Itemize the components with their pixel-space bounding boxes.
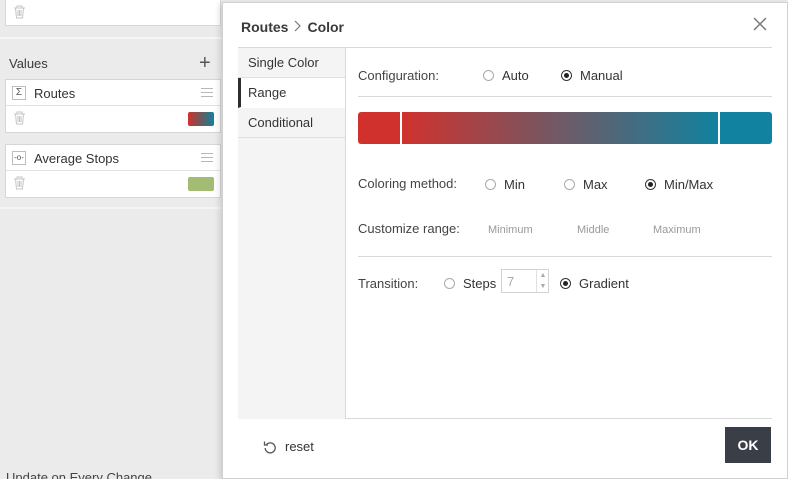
add-value-icon[interactable]: + <box>199 53 211 73</box>
trash-icon[interactable] <box>13 111 27 125</box>
divider <box>358 96 772 97</box>
configuration-manual-radio[interactable]: Manual <box>561 68 623 83</box>
color-swatch-button[interactable] <box>188 177 214 191</box>
field-options-row <box>6 171 220 197</box>
breadcrumb-parent[interactable]: Routes <box>241 19 288 35</box>
coloring-max-radio[interactable]: Max <box>564 177 608 192</box>
reset-button[interactable]: reset <box>263 439 314 454</box>
configuration-label: Configuration: <box>358 68 439 83</box>
color-swatch-button[interactable] <box>188 112 214 126</box>
value-field-average-stops[interactable]: -o- Average Stops <box>5 144 221 198</box>
range-settings: Configuration: Auto Manual Coloring meth… <box>346 48 772 419</box>
trash-icon[interactable] <box>13 176 27 190</box>
undo-icon <box>263 441 276 453</box>
value-field-routes[interactable]: Σ Routes <box>5 79 221 133</box>
radio-checked-icon <box>561 70 572 81</box>
coloring-minmax-radio[interactable]: Min/Max <box>645 177 713 192</box>
tab-single-color[interactable]: Single Color <box>238 48 345 78</box>
field-name: Routes <box>34 86 76 101</box>
breadcrumb-current: Color <box>307 19 345 35</box>
transition-steps-radio[interactable]: Steps <box>444 276 496 291</box>
field-header-row[interactable]: Σ Routes <box>6 80 220 106</box>
coloring-method-label: Coloring method: <box>358 176 457 191</box>
stepper-buttons: ▲ ▼ <box>536 270 548 292</box>
steps-stepper[interactable]: 7 ▲ ▼ <box>501 269 549 293</box>
color-dialog: Routes Color Single Color Range Conditio… <box>222 2 788 479</box>
divider <box>0 207 222 209</box>
values-section-title: Values <box>9 56 48 71</box>
radio-icon <box>483 70 494 81</box>
minimum-input[interactable]: Minimum <box>488 224 533 236</box>
dialog-body: Single Color Range Conditional Configura… <box>238 47 772 419</box>
field-card-partial <box>5 0 221 26</box>
radio-icon <box>444 278 455 289</box>
chevron-down-icon[interactable]: ▼ <box>537 281 549 292</box>
field-options-row <box>6 106 220 132</box>
gradient-preview <box>402 112 718 144</box>
steps-value[interactable]: 7 <box>507 274 514 289</box>
transition-gradient-radio[interactable]: Gradient <box>560 276 629 291</box>
divider <box>358 256 772 257</box>
maximum-input[interactable]: Maximum <box>653 224 701 236</box>
customize-range-label: Customize range: <box>358 221 460 236</box>
tab-range[interactable]: Range <box>238 78 345 108</box>
line-chart-icon: -o- <box>12 151 26 165</box>
trash-icon[interactable] <box>13 5 27 19</box>
tab-conditional[interactable]: Conditional <box>238 108 345 138</box>
update-on-change-label[interactable]: Update on Every Change <box>6 470 152 479</box>
radio-icon <box>485 179 496 190</box>
divider <box>0 37 222 39</box>
radio-checked-icon <box>560 278 571 289</box>
max-color-stop[interactable] <box>720 112 772 144</box>
breadcrumb: Routes Color <box>241 19 344 35</box>
tab-list: Single Color Range Conditional <box>238 48 346 419</box>
transition-label: Transition: <box>358 276 419 291</box>
drag-handle-icon[interactable] <box>201 88 213 97</box>
field-header-row[interactable]: -o- Average Stops <box>6 145 220 171</box>
coloring-min-radio[interactable]: Min <box>485 177 525 192</box>
radio-checked-icon <box>645 179 656 190</box>
ok-button[interactable]: OK <box>725 427 771 463</box>
configuration-auto-radio[interactable]: Auto <box>483 68 529 83</box>
close-icon[interactable] <box>753 17 769 33</box>
field-name: Average Stops <box>34 151 120 166</box>
sigma-icon: Σ <box>12 86 26 100</box>
drag-handle-icon[interactable] <box>201 153 213 162</box>
chevron-up-icon[interactable]: ▲ <box>537 270 549 281</box>
fields-panel: Values + Σ Routes -o- Average Stops Upda… <box>0 0 222 479</box>
chevron-right-icon <box>294 19 302 35</box>
min-color-stop[interactable] <box>358 112 400 144</box>
gradient-range-bar <box>358 112 772 144</box>
radio-icon <box>564 179 575 190</box>
middle-input[interactable]: Middle <box>577 224 609 236</box>
